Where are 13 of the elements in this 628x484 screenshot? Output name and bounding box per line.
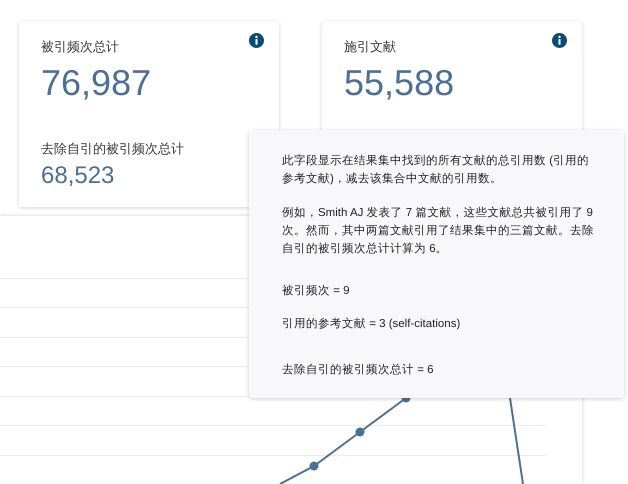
tooltip-text: 此字段显示在结果集中找到的所有文献的总引用数 (引用的参考文献)，减去该集合中文献的引用数。 — [282, 153, 590, 187]
stat-label: 去除自引的被引频次总计 — [41, 140, 184, 158]
stat-value: 76,987 — [41, 62, 152, 104]
info-icon[interactable] — [249, 33, 264, 48]
tooltip-text: 被引频次 = 9 — [282, 284, 351, 299]
tooltip-text: 去除自引的被引频次总计 = 6 — [282, 362, 435, 378]
info-icon[interactable] — [552, 33, 567, 48]
stat-value: 55,588 — [344, 62, 454, 104]
tooltip-text: 引用的参考文献 = 3 (self-citations) — [282, 316, 462, 332]
stat-label: 被引频次总计 — [41, 38, 119, 56]
tooltip-text: 例如，Smith AJ 发表了 7 篇文献，这些文献总共被引用了 9 次。然而，其中两篇文献引用了结果集中的三篇文献。去除自引的被引频次总计计算为 6。 — [282, 205, 595, 257]
stat-value: 68,523 — [41, 162, 114, 190]
stat-label: 施引文献 — [344, 38, 396, 56]
